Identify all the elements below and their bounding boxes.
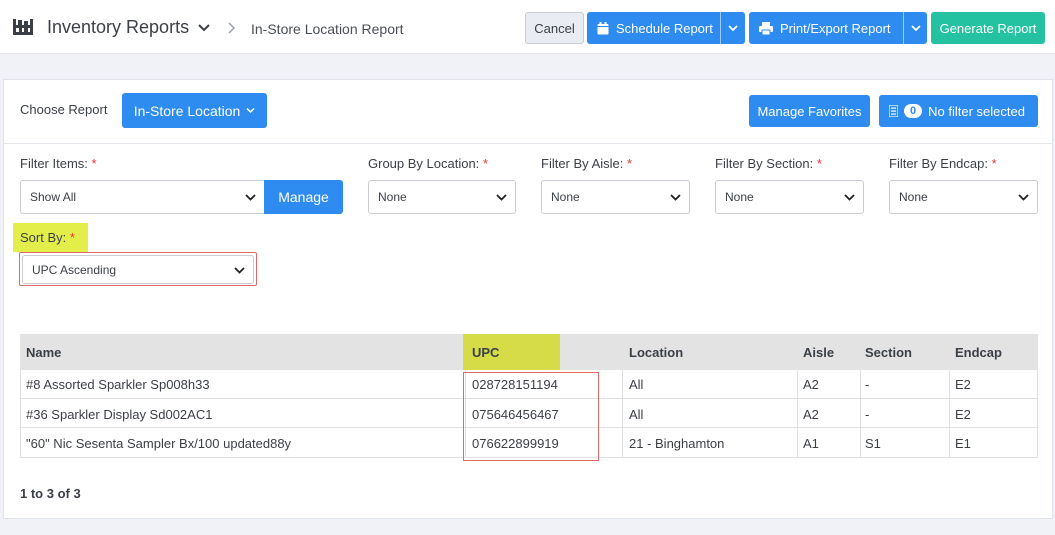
chevron-down-icon <box>245 194 256 201</box>
group-by-location-select[interactable]: None <box>368 180 516 214</box>
cell-endcap: E2 <box>955 407 971 422</box>
sort-by-value: UPC Ascending <box>32 262 117 277</box>
filter-aisle-select[interactable]: None <box>541 180 690 214</box>
chevron-down-icon <box>670 194 681 201</box>
chevron-down-icon <box>910 25 921 32</box>
required-mark: * <box>991 156 997 171</box>
filter-section-label-text: Filter By Section: <box>715 156 814 171</box>
schedule-report-label: Schedule Report <box>616 20 713 36</box>
filter-count-badge: 0 <box>904 104 923 118</box>
group-by-location-value: None <box>378 190 407 204</box>
upc-annotation-outline <box>463 372 599 461</box>
filter-endcap-label: Filter By Endcap: * <box>889 156 997 171</box>
group-by-location-label-text: Group By Location: <box>368 156 480 171</box>
filter-section-label: Filter By Section: * <box>715 156 822 171</box>
cell-aisle: A2 <box>803 377 819 392</box>
schedule-report-dropdown-toggle[interactable] <box>720 12 745 44</box>
cell-section: S1 <box>865 436 881 451</box>
sort-by-label-text: Sort By: <box>20 230 67 245</box>
required-mark: * <box>69 230 75 245</box>
cell-section: - <box>865 407 870 422</box>
filter-aisle-value: None <box>551 190 580 204</box>
column-header-aisle[interactable]: Aisle <box>803 345 834 360</box>
required-mark: * <box>626 156 633 171</box>
filter-list-icon <box>889 105 898 117</box>
top-bar: Inventory Reports In-Store Location Repo… <box>0 0 1055 54</box>
column-header-location[interactable]: Location <box>629 345 683 360</box>
column-divider <box>860 370 861 458</box>
chevron-down-icon <box>1018 194 1029 201</box>
calendar-icon <box>597 21 609 34</box>
chevron-down-icon <box>234 267 245 274</box>
filter-items-label: Filter Items: * <box>20 156 97 171</box>
store-building-icon <box>13 19 33 35</box>
cell-location: All <box>629 377 644 392</box>
cell-aisle: A2 <box>803 407 819 422</box>
column-header-name[interactable]: Name <box>26 345 61 360</box>
chevron-down-icon <box>728 25 738 32</box>
choose-report-label: Choose Report <box>20 102 108 117</box>
cell-endcap: E1 <box>955 436 971 451</box>
filter-items-label-text: Filter Items: <box>20 156 88 171</box>
chevron-down-icon <box>246 107 255 114</box>
schedule-report-button[interactable]: Schedule Report <box>587 12 720 44</box>
sort-by-select[interactable]: UPC Ascending <box>22 255 254 284</box>
filter-items-select[interactable]: Show All <box>20 180 265 214</box>
printer-icon <box>759 21 773 35</box>
print-export-label: Print/Export Report <box>780 20 891 36</box>
chevron-right-icon <box>228 22 236 34</box>
chevron-down-icon <box>496 194 507 201</box>
filter-items-value: Show All <box>30 190 77 204</box>
column-divider <box>797 370 798 458</box>
column-divider <box>622 370 623 458</box>
filter-section-value: None <box>725 190 754 204</box>
group-by-location-label: Group By Location: * <box>368 156 488 171</box>
breadcrumb-current: In-Store Location Report <box>251 21 404 37</box>
generate-report-button[interactable]: Generate Report <box>931 12 1045 44</box>
filter-status-button[interactable]: 0 No filter selected <box>879 95 1038 127</box>
required-mark: * <box>482 156 488 171</box>
cell-location: All <box>629 407 644 422</box>
report-type-dropdown[interactable]: In-Store Location <box>122 93 267 128</box>
column-header-upc[interactable]: UPC <box>472 345 499 360</box>
filter-section-select[interactable]: None <box>715 180 864 214</box>
chevron-down-icon[interactable] <box>197 21 211 35</box>
column-divider <box>949 370 950 458</box>
filter-endcap-label-text: Filter By Endcap: <box>889 156 988 171</box>
cell-name: "60" Nic Sesenta Sampler Bx/100 updated8… <box>26 436 292 451</box>
sort-by-label: Sort By: * <box>13 223 88 252</box>
filter-aisle-label-text: Filter By Aisle: <box>541 156 624 171</box>
filter-endcap-select[interactable]: None <box>889 180 1038 214</box>
cell-location: 21 - Binghamton <box>629 436 725 451</box>
cell-aisle: A1 <box>803 436 819 451</box>
cell-section: - <box>865 377 870 392</box>
print-export-button[interactable]: Print/Export Report <box>749 12 903 44</box>
cell-name: #36 Sparkler Display Sd002AC1 <box>26 407 213 422</box>
cell-name: #8 Assorted Sparkler Sp008h33 <box>26 377 210 392</box>
manage-items-button[interactable]: Manage <box>264 180 343 214</box>
pagination-summary: 1 to 3 of 3 <box>20 486 81 501</box>
manage-favorites-button[interactable]: Manage Favorites <box>749 95 870 127</box>
cancel-button[interactable]: Cancel <box>525 12 584 44</box>
section-divider <box>4 143 1052 144</box>
filter-aisle-label: Filter By Aisle: * <box>541 156 632 171</box>
print-export-dropdown-toggle[interactable] <box>903 12 927 44</box>
report-type-label: In-Store Location <box>133 102 241 119</box>
app-title[interactable]: Inventory Reports <box>47 17 189 38</box>
filter-endcap-value: None <box>899 190 928 204</box>
filter-status-label: No filter selected <box>928 103 1025 119</box>
column-header-endcap[interactable]: Endcap <box>955 345 1002 360</box>
required-mark: * <box>816 156 822 171</box>
chevron-down-icon <box>844 194 855 201</box>
cell-endcap: E2 <box>955 377 971 392</box>
column-header-section[interactable]: Section <box>865 345 912 360</box>
required-mark: * <box>91 156 97 171</box>
